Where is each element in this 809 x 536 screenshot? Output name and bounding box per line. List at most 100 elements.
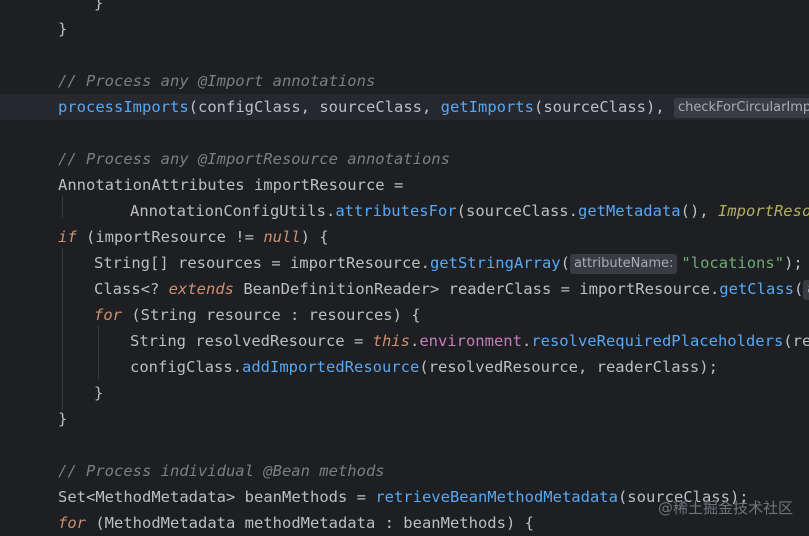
code-line[interactable]: if (importResource != null) { — [0, 224, 809, 250]
field-token: environment — [419, 332, 522, 350]
code-line[interactable]: // Process any @ImportResource annotatio… — [0, 146, 809, 172]
separator-token: ), — [645, 98, 674, 116]
code-line[interactable]: } — [0, 16, 809, 42]
current-code-line[interactable]: processImports(configClass, sourceClass,… — [0, 94, 809, 120]
method-call-token: resolveRequiredPlaceholders — [531, 332, 784, 350]
method-call-token: retrieveBeanMethodMetadata — [375, 488, 618, 506]
code-content: AnnotationAttributes importResource = — [58, 172, 403, 198]
code-token: <? — [140, 280, 169, 298]
code-line[interactable]: AnnotationConfigUtils.attributesFor(sour… — [0, 198, 809, 224]
code-line[interactable]: configClass.addImportedResource(resolved… — [0, 354, 809, 380]
method-call-token: getMetadata — [577, 202, 681, 220]
method-call-token: addImportedResource — [242, 358, 420, 376]
paren-token: ( — [560, 254, 570, 272]
code-line[interactable]: for (String resource : resources) { — [0, 302, 809, 328]
type-token: Set — [58, 488, 86, 506]
brace-token: } — [94, 0, 104, 12]
type-token: MethodMetadata — [95, 488, 226, 506]
string-token: "locations" — [681, 254, 785, 272]
type-token: BeanDefinitionReader — [243, 280, 430, 298]
method-call-token: getStringArray — [429, 254, 561, 272]
code-token: resolvedResource = — [186, 332, 373, 350]
comment-token: // Process any @ImportResource annotatio… — [58, 150, 450, 168]
dot-token: . — [325, 202, 336, 220]
type-token: AnnotationConfigUtils — [130, 202, 326, 220]
code-token: ) { — [300, 228, 329, 246]
watermark: @稀土掘金技术社区 — [657, 499, 793, 517]
dot-token: . — [568, 202, 578, 220]
code-content: Class<? extends BeanDefinitionReader> re… — [94, 276, 809, 302]
identifier-token: configClass — [198, 98, 301, 116]
code-content: String resolvedResource = this.environme… — [130, 328, 809, 354]
dot-token: . — [409, 332, 420, 350]
code-token: methodMetadata : beanMethods) { — [235, 514, 534, 532]
separator-token: , — [421, 98, 441, 116]
code-token: importResource = — [244, 176, 404, 194]
type-token: String — [140, 306, 197, 324]
comment-token: // Process any @Import annotations — [58, 72, 376, 90]
annotation-type-token: ImportResourc — [717, 202, 809, 220]
type-token: MethodMetadata — [104, 514, 236, 532]
type-token: String — [130, 332, 186, 350]
code-token: ); — [784, 254, 803, 272]
code-token: [] resources = importResource. — [150, 254, 430, 272]
identifier-token: configClass — [130, 358, 233, 376]
code-content: String[] resources = importResource.getS… — [94, 250, 803, 276]
keyword-token: if — [58, 228, 77, 246]
keyword-token: null — [263, 228, 301, 246]
code-token: ( — [86, 514, 105, 532]
code-token: > beanMethods = — [226, 488, 376, 506]
code-editor[interactable]: } } // Process any @Import annotations p… — [0, 0, 809, 536]
code-line[interactable]: } — [0, 0, 809, 16]
method-call-token: attributesFor — [335, 202, 457, 220]
code-line[interactable]: } — [0, 380, 809, 406]
code-line[interactable]: AnnotationAttributes importResource = — [0, 172, 809, 198]
code-content: if (importResource != null) { — [58, 224, 329, 250]
identifier-token: sourceClass — [543, 98, 646, 116]
paren-token: ( — [533, 98, 544, 116]
code-content: Set<MethodMetadata> beanMethods = retrie… — [58, 484, 749, 510]
method-call-token: getImports — [440, 98, 534, 116]
parameter-hint: checkForCircularImpor — [673, 98, 809, 118]
brace-token: } — [58, 20, 68, 38]
code-line[interactable]: // Process individual @Bean methods — [0, 458, 809, 484]
paren-token: ( — [188, 98, 198, 116]
identifier-token: sourceClass — [319, 98, 422, 116]
code-token: (resolvedResource, readerClass); — [419, 358, 718, 376]
code-content: for (String resource : resources) { — [94, 302, 421, 328]
code-token: (resou — [783, 332, 809, 350]
code-line[interactable]: String resolvedResource = this.environme… — [0, 328, 809, 354]
parameter-hint: attributeName: — [569, 254, 678, 274]
code-line[interactable]: Class<? extends BeanDefinitionReader> re… — [0, 276, 809, 302]
code-content: processImports(configClass, sourceClass,… — [58, 94, 809, 120]
code-content: configClass.addImportedResource(resolved… — [130, 354, 718, 380]
type-token: AnnotationAttributes — [58, 176, 245, 194]
code-token: resource : resources) { — [196, 306, 421, 324]
brace-token: } — [94, 384, 104, 402]
code-line[interactable]: String[] resources = importResource.getS… — [0, 250, 809, 276]
paren-token: ( — [617, 488, 628, 506]
separator-token: (), — [680, 202, 718, 220]
brace-token: } — [58, 410, 68, 428]
code-token: (importResource != — [76, 228, 264, 246]
paren-token: ( — [456, 202, 466, 220]
comment-token: // Process individual @Bean methods — [58, 462, 385, 480]
type-token: Class — [94, 280, 141, 298]
identifier-token: sourceClass — [465, 202, 569, 220]
code-content: for (MethodMetadata methodMetadata : bea… — [58, 510, 534, 536]
code-token: ( — [122, 306, 141, 324]
code-line[interactable]: // Process any @Import annotations — [0, 68, 809, 94]
method-call-token: getClass — [719, 280, 794, 298]
dot-token: . — [232, 358, 242, 376]
paren-token: ( — [793, 280, 804, 298]
separator-token: , — [300, 98, 320, 116]
keyword-token: for — [94, 306, 122, 324]
code-token: < — [86, 488, 96, 506]
code-line[interactable]: } — [0, 406, 809, 432]
code-content: AnnotationConfigUtils.attributesFor(sour… — [130, 198, 809, 224]
parameter-hint: attr — [803, 280, 809, 300]
method-call-token: processImports — [58, 98, 189, 116]
keyword-token: extends — [168, 280, 234, 298]
code-token: > readerClass = importResource. — [429, 280, 720, 298]
